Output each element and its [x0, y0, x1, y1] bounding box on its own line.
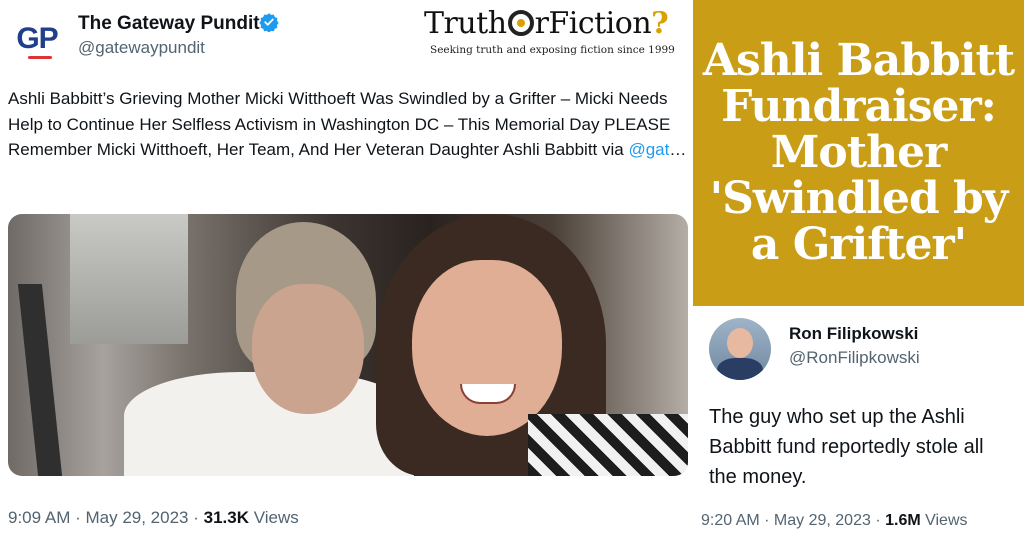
tweet-photo[interactable] — [8, 214, 688, 476]
views-count: 1.6M — [885, 512, 921, 529]
author-handle[interactable]: @gatewaypundit — [78, 38, 205, 58]
avatar-head — [727, 328, 753, 358]
author-name[interactable]: The Gateway Pundit — [78, 13, 260, 35]
logo-word-truth: Truth — [424, 6, 507, 41]
gateway-pundit-avatar[interactable]: GP — [8, 10, 66, 68]
tweet-text: Ashli Babbitt’s Grieving Mother Micki Wi… — [8, 86, 688, 163]
author-handle[interactable]: @RonFilipkowski — [789, 348, 920, 368]
views-label: Views — [920, 512, 968, 529]
tweet-body: Ashli Babbitt’s Grieving Mother Micki Wi… — [8, 89, 671, 159]
tweet-timestamp: 9:20 AM · May 29, 2023 · 1.6M Views — [701, 512, 968, 530]
verified-badge-icon — [259, 13, 279, 32]
headline-text: Ashli Babbitt Fundraiser: Mother 'Swindl… — [702, 35, 1015, 270]
tweet-ron-filipkowski: Ron Filipkowski @RonFilipkowski The guy … — [693, 306, 1024, 536]
seatbelt — [17, 284, 63, 476]
avatar[interactable] — [709, 318, 771, 380]
person-left-face — [252, 284, 364, 414]
logo-tagline: Seeking truth and exposing fiction since… — [430, 44, 675, 56]
person-right-shirt — [528, 414, 688, 476]
avatar-body — [717, 358, 763, 380]
tweet-text: The guy who set up the Ashli Babbitt fun… — [709, 406, 984, 488]
tweet-time[interactable]: 9:09 AM · May 29, 2023 · — [8, 508, 204, 527]
logo-title: Truth rFiction? — [424, 6, 669, 41]
avatar-initials: GP — [16, 22, 58, 55]
author-name[interactable]: Ron Filipkowski — [789, 324, 918, 344]
target-icon — [507, 10, 534, 36]
logo-word-fiction: rFiction — [534, 6, 652, 41]
truth-or-fiction-logo: Truth rFiction? Seeking truth and exposin… — [424, 6, 686, 58]
headline-banner: Ashli Babbitt Fundraiser: Mother 'Swindl… — [693, 0, 1024, 306]
logo-swoosh — [28, 56, 52, 59]
question-mark-icon: ? — [651, 6, 669, 41]
tweet-ellipsis: … — [669, 140, 687, 159]
views-label: Views — [248, 508, 299, 527]
tweet-timestamp: 9:09 AM · May 29, 2023 · 31.3K Views — [8, 508, 299, 528]
tweet-gateway-pundit: GP The Gateway Pundit @gatewaypundit Tru… — [0, 0, 693, 536]
mention-link[interactable]: @gat — [628, 140, 669, 159]
views-count: 31.3K — [203, 508, 249, 527]
person-right-face — [412, 260, 562, 436]
car-window — [70, 214, 188, 344]
tweet-time[interactable]: 9:20 AM · May 29, 2023 · — [701, 512, 885, 529]
